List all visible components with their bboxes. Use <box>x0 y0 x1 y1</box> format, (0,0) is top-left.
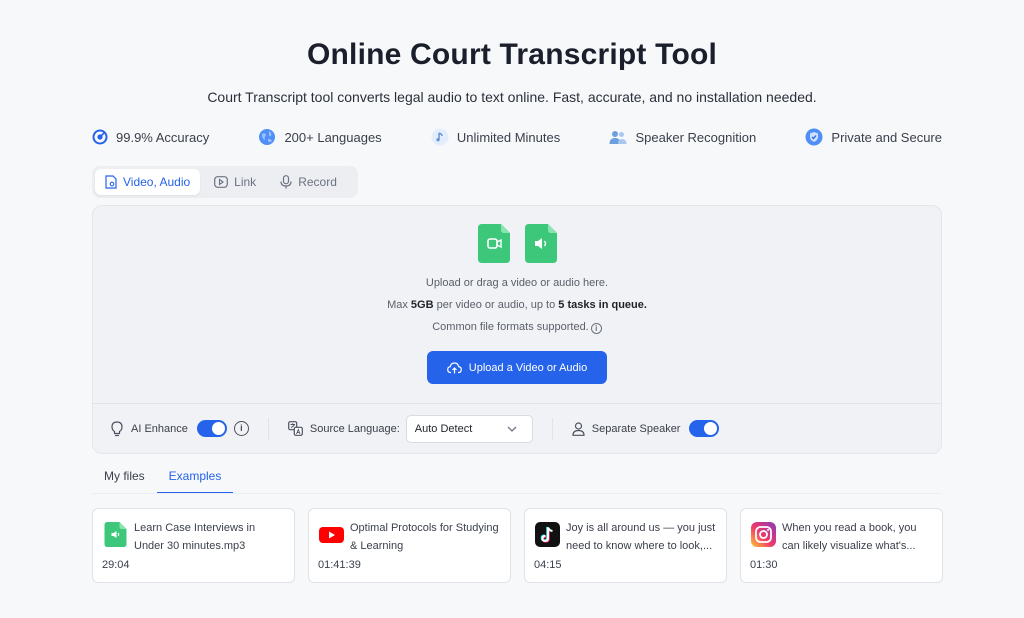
target-icon <box>92 129 108 145</box>
feature-minutes: Unlimited Minutes <box>431 128 560 146</box>
select-value: Auto Detect <box>414 422 473 435</box>
source-language-select[interactable]: Auto Detect <box>405 414 533 443</box>
tab-label: Video, Audio <box>123 175 191 189</box>
tab-label: Link <box>234 175 257 189</box>
music-note-icon <box>431 128 449 146</box>
sparkle-bulb-icon <box>111 420 123 436</box>
feature-label: Unlimited Minutes <box>456 129 561 145</box>
file-upload-icon <box>105 175 117 189</box>
example-card[interactable]: Optimal Protocols for Studying & Learnin… <box>308 508 511 583</box>
upload-limits: Max 5GB per video or audio, up to 5 task… <box>387 299 647 311</box>
example-duration: 01:41:39 <box>318 559 361 571</box>
feature-languages: 200+ Languages <box>258 128 382 146</box>
feature-list: 99.9% Accuracy 200+ Languages Unlimited … <box>92 126 942 148</box>
audio-file-icon <box>525 224 557 263</box>
feature-label: 99.9% Accuracy <box>116 129 210 145</box>
users-icon <box>609 131 627 144</box>
tab-record[interactable]: Record <box>270 169 347 195</box>
tabs-divider <box>92 493 942 494</box>
source-language-label: Source Language: <box>309 422 400 435</box>
divider <box>267 417 269 440</box>
feature-security: Private and Secure <box>805 128 942 146</box>
microphone-icon <box>280 175 292 189</box>
feature-speaker: Speaker Recognition <box>609 129 756 145</box>
tab-label: Record <box>298 175 337 189</box>
tab-video-audio[interactable]: Video, Audio <box>95 169 201 195</box>
tiktok-icon <box>535 522 560 547</box>
file-type-icons <box>478 224 557 263</box>
upload-dropzone[interactable]: Upload or drag a video or audio here. Ma… <box>92 205 942 454</box>
upload-button-label: Upload a Video or Audio <box>468 361 588 374</box>
play-link-icon <box>214 176 229 188</box>
file-tabs: My files Examples <box>92 462 234 494</box>
info-icon[interactable]: i <box>233 421 249 436</box>
separate-speaker-option: Separate Speaker <box>572 420 720 437</box>
ai-enhance-label: AI Enhance <box>131 422 188 435</box>
chevron-down-icon <box>507 426 517 432</box>
example-card[interactable]: When you read a book, you can likely vis… <box>740 508 943 583</box>
feature-label: Private and Secure <box>831 129 942 145</box>
cloud-upload-icon <box>446 361 462 373</box>
feature-label: 200+ Languages <box>284 129 382 145</box>
example-title: When you read a book, you can likely vis… <box>782 522 917 552</box>
feature-accuracy: 99.9% Accuracy <box>92 129 209 145</box>
example-card[interactable]: Learn Case Interviews in Under 30 minute… <box>92 508 295 583</box>
globe-icon <box>259 129 276 145</box>
example-title: Learn Case Interviews in Under 30 minute… <box>134 522 256 552</box>
divider <box>551 417 553 440</box>
tab-examples[interactable]: Examples <box>156 462 234 494</box>
feature-label: Speaker Recognition <box>635 129 757 145</box>
instagram-icon <box>751 522 776 547</box>
user-icon <box>572 421 585 436</box>
ai-enhance-option: AI Enhance i <box>110 420 249 437</box>
example-title: Optimal Protocols for Studying & Learnin… <box>350 522 499 552</box>
page-subtitle: Court Transcript tool converts legal aud… <box>207 89 817 105</box>
example-duration: 29:04 <box>102 559 130 571</box>
options-bar: AI Enhance i Source Language: Auto Detec… <box>93 403 941 453</box>
page-title: Online Court Transcript Tool <box>306 38 718 71</box>
separate-speaker-toggle[interactable] <box>689 420 720 437</box>
source-language-option: Source Language: Auto Detect <box>287 414 533 443</box>
example-list: Learn Case Interviews in Under 30 minute… <box>92 508 943 583</box>
example-title: Joy is all around us — you just need to … <box>566 522 716 552</box>
audio-file-icon <box>104 522 127 547</box>
source-tabs: Video, Audio Link Record <box>92 166 358 198</box>
example-duration: 01:30 <box>750 559 778 571</box>
translate-icon <box>287 421 303 436</box>
example-card[interactable]: Joy is all around us — you just need to … <box>524 508 727 583</box>
separate-speaker-label: Separate Speaker <box>591 422 681 435</box>
example-duration: 04:15 <box>534 559 562 571</box>
shield-check-icon <box>805 128 823 146</box>
youtube-icon <box>319 527 344 543</box>
tab-link[interactable]: Link <box>204 169 266 195</box>
ai-enhance-toggle[interactable] <box>196 420 227 437</box>
upload-button[interactable]: Upload a Video or Audio <box>427 351 607 384</box>
upload-formats: Common file formats supported. i <box>93 321 941 334</box>
info-icon[interactable]: i <box>590 323 602 334</box>
video-file-icon <box>478 224 510 263</box>
upload-instruction: Upload or drag a video or audio here. <box>425 277 609 289</box>
tab-my-files[interactable]: My files <box>92 462 157 494</box>
